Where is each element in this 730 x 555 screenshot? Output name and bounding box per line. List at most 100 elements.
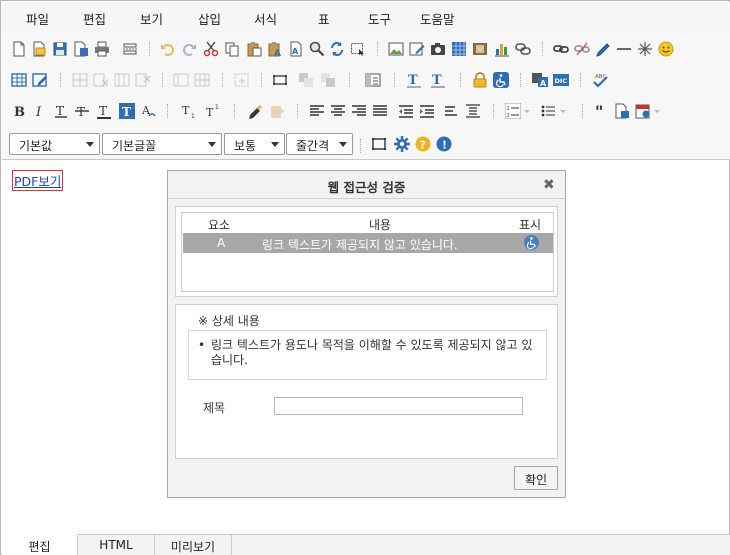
close-icon[interactable]: ✖: [543, 178, 555, 192]
chart-icon[interactable]: [494, 41, 510, 57]
line-spacing-select[interactable]: 줄간격: [286, 133, 353, 155]
full-screen-icon[interactable]: [371, 136, 387, 152]
menu-insert[interactable]: 삽입: [198, 9, 221, 28]
calendar-dropdown-icon[interactable]: [653, 103, 661, 119]
special-character-icon[interactable]: [637, 41, 653, 57]
menu-file[interactable]: 파일: [26, 9, 49, 28]
translate-icon[interactable]: A: [532, 72, 548, 88]
indent-icon[interactable]: [419, 103, 435, 119]
blockquote-icon[interactable]: ": [594, 103, 610, 119]
select-all-icon[interactable]: [350, 41, 366, 57]
tab-html[interactable]: HTML: [78, 535, 155, 555]
text-direction-icon[interactable]: T: [406, 72, 422, 88]
open-document-icon[interactable]: [31, 41, 47, 57]
detail-text: 링크 텍스트가 용도나 목적을 이해할 수 있도록 제공되지 않고 있습니다.: [211, 338, 533, 367]
align-center-icon[interactable]: [330, 103, 346, 119]
calendar-icon[interactable]: [635, 103, 651, 119]
text-box-icon[interactable]: [365, 72, 381, 88]
paste-format-icon: [271, 106, 284, 118]
menu-edit[interactable]: 편집: [83, 9, 106, 28]
new-document-icon[interactable]: [11, 41, 27, 57]
tab-preview[interactable]: 미리보기: [155, 535, 232, 555]
find-icon[interactable]: [309, 41, 325, 57]
copy-icon[interactable]: [224, 41, 240, 57]
camera-icon[interactable]: [430, 41, 446, 57]
align-left-icon[interactable]: [309, 103, 325, 119]
dictionary-icon[interactable]: DIC: [553, 72, 569, 88]
menu-help[interactable]: 도움말: [420, 9, 455, 28]
svg-text:B: B: [14, 105, 25, 119]
help-icon[interactable]: ?: [415, 136, 431, 152]
save-as-icon[interactable]: [73, 41, 89, 57]
format-painter-icon[interactable]: [247, 103, 263, 119]
accessibility-icon[interactable]: [493, 72, 509, 88]
menu-table[interactable]: 표: [318, 9, 330, 28]
style-select[interactable]: 기본값: [9, 133, 100, 155]
hyperlink-icon[interactable]: [553, 41, 569, 57]
align-right-icon[interactable]: [351, 103, 367, 119]
svg-text:T: T: [182, 104, 190, 117]
background-color-icon[interactable]: T: [119, 103, 135, 119]
menu-format[interactable]: 서식: [254, 9, 277, 28]
insert-image-icon[interactable]: [388, 41, 404, 57]
unordered-list-icon[interactable]: [540, 103, 556, 119]
line-spacing-select-value: 줄간격: [296, 139, 330, 153]
superscript-icon[interactable]: T1: [205, 103, 221, 119]
font-color-icon[interactable]: T: [96, 103, 112, 119]
pdf-view-link[interactable]: PDF보기: [11, 170, 64, 191]
link-chain-icon[interactable]: [515, 41, 531, 57]
lock-icon[interactable]: [472, 72, 488, 88]
movie-icon[interactable]: [472, 41, 488, 57]
table-properties-icon[interactable]: [32, 72, 48, 88]
document-template-icon[interactable]: [614, 103, 630, 119]
insert-table-icon[interactable]: [11, 72, 27, 88]
page-break-icon[interactable]: [122, 41, 138, 57]
unlink-icon[interactable]: [574, 41, 590, 57]
save-icon[interactable]: [52, 41, 68, 57]
print-icon[interactable]: [94, 41, 110, 57]
font-select[interactable]: 기본글꼴: [102, 133, 222, 155]
clear-format-icon[interactable]: A: [141, 103, 157, 119]
layer-box-icon[interactable]: [272, 72, 288, 88]
svg-text:T: T: [432, 73, 442, 88]
title-input[interactable]: [274, 397, 523, 415]
separator: [580, 73, 581, 87]
separator: [493, 104, 494, 118]
paste-icon[interactable]: [246, 41, 262, 57]
svg-text:T: T: [122, 105, 131, 119]
outdent-icon[interactable]: [398, 103, 414, 119]
replace-icon[interactable]: [329, 41, 345, 57]
undo-icon[interactable]: [160, 41, 176, 57]
bookmark-icon[interactable]: [595, 41, 611, 57]
table-delete-icon: [93, 73, 109, 87]
confirm-button[interactable]: 확인: [514, 466, 558, 490]
info-alert-icon[interactable]: !: [436, 136, 452, 152]
text-style-icon[interactable]: T: [430, 72, 446, 88]
subscript-icon[interactable]: T1: [181, 103, 197, 119]
menu-tools[interactable]: 도구: [368, 9, 391, 28]
paste-special-icon[interactable]: A: [267, 41, 283, 57]
bold-icon[interactable]: B: [11, 103, 27, 119]
ordered-list-dropdown-icon[interactable]: [523, 103, 531, 119]
tab-edit[interactable]: 편집: [2, 534, 78, 555]
menu-view[interactable]: 보기: [140, 9, 163, 28]
paragraph-spacing-icon[interactable]: [465, 103, 481, 119]
settings-gear-icon[interactable]: [394, 136, 410, 152]
edit-image-icon[interactable]: [409, 41, 425, 57]
ordered-list-icon[interactable]: 12: [505, 103, 521, 119]
strikethrough-icon[interactable]: T: [74, 103, 90, 119]
underline-icon[interactable]: T: [53, 103, 69, 119]
text-document-icon[interactable]: A: [288, 41, 304, 57]
line-spacing-icon[interactable]: [444, 103, 460, 119]
unordered-list-dropdown-icon[interactable]: [559, 103, 567, 119]
table-row[interactable]: A 링크 텍스트가 제공되지 않고 있습니다.: [183, 233, 553, 253]
background-pattern-icon[interactable]: [451, 41, 467, 57]
align-justify-icon[interactable]: [372, 103, 388, 119]
redo-icon[interactable]: [181, 41, 197, 57]
horizontal-line-icon[interactable]: [616, 41, 632, 57]
spell-check-icon[interactable]: ABC: [592, 72, 608, 88]
cut-icon[interactable]: [203, 41, 219, 57]
size-select[interactable]: 보통: [224, 133, 285, 155]
italic-icon[interactable]: I: [32, 103, 48, 119]
emoticon-icon[interactable]: [658, 41, 674, 57]
